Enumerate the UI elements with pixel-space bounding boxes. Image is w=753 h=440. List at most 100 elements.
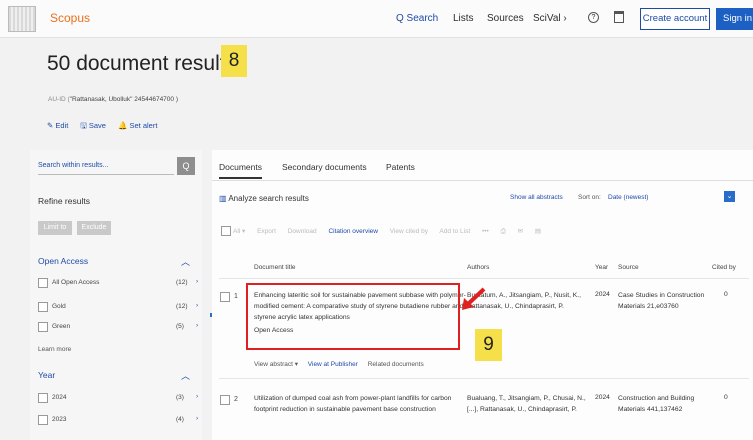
row-2-cited-by[interactable]: 0: [724, 394, 728, 401]
chevron-down-icon[interactable]: ⌄: [724, 191, 735, 202]
tab-documents[interactable]: Documents: [219, 162, 262, 179]
chevron-up-icon[interactable]: ︿: [181, 369, 190, 382]
chevron-right-icon[interactable]: ›: [196, 393, 198, 400]
checkbox[interactable]: [38, 302, 48, 312]
year-heading[interactable]: Year: [38, 370, 55, 380]
nav-sources[interactable]: Sources: [487, 13, 524, 24]
sign-in-button[interactable]: Sign in: [716, 8, 753, 30]
refine-title: Refine results: [38, 196, 90, 206]
view-at-publisher-link[interactable]: View at Publisher: [308, 361, 358, 368]
set-alert-link[interactable]: 🔔 Set alert: [118, 121, 157, 130]
elsevier-logo[interactable]: [8, 6, 36, 32]
row-2-authors[interactable]: Bualuang, T., Jitsangiam, P., Chusai, N.…: [467, 393, 592, 415]
column-header-title[interactable]: Document title: [254, 264, 296, 271]
row-1-checkbox[interactable]: [220, 292, 230, 302]
limit-to-button[interactable]: Limit to: [38, 221, 72, 235]
column-header-cited-by[interactable]: Cited by: [712, 264, 736, 271]
institution-icon[interactable]: [614, 11, 624, 23]
filter-label: Green: [52, 323, 71, 330]
print-icon[interactable]: ⎙: [501, 228, 506, 235]
row-2-title-link[interactable]: Utilization of dumped coal ash from powe…: [254, 393, 466, 415]
chevron-right-icon[interactable]: ›: [196, 302, 198, 309]
column-header-authors[interactable]: Authors: [467, 264, 489, 271]
row-divider: [219, 378, 749, 379]
query-prefix: AU-ID (: [48, 96, 70, 103]
step-badge-8: 8: [221, 45, 247, 77]
nav-search[interactable]: Q Search: [396, 13, 438, 24]
checkbox[interactable]: [38, 322, 48, 332]
view-cited-by-button[interactable]: View cited by: [390, 228, 428, 235]
filter-year-2024[interactable]: 2024 (3) ›: [38, 393, 203, 405]
row-2-checkbox[interactable]: [220, 395, 230, 405]
filter-gold[interactable]: Gold (12) ›: [38, 302, 203, 314]
filter-count: (5): [176, 323, 184, 330]
checkbox[interactable]: [38, 415, 48, 425]
nav-scival[interactable]: SciVal ›: [533, 13, 567, 24]
row-1-cited-by[interactable]: 0: [724, 291, 728, 298]
export-button[interactable]: Export: [257, 228, 276, 235]
checkbox[interactable]: [38, 393, 48, 403]
column-header-source[interactable]: Source: [618, 264, 639, 271]
filter-count: (12): [176, 279, 188, 286]
filter-label: 2023: [52, 416, 67, 423]
row-number: 2: [234, 396, 238, 403]
add-to-list-button[interactable]: Add to List: [439, 228, 470, 235]
filter-label: Gold: [52, 303, 66, 310]
search-icon[interactable]: Q: [177, 157, 195, 175]
filter-count: (4): [176, 416, 184, 423]
filter-all-open-access[interactable]: All Open Access (12) ›: [38, 278, 203, 290]
search-within-input[interactable]: Search within results...: [38, 157, 174, 175]
query-actions: ✎ Edit 🖫 Save 🔔 Set alert: [47, 120, 167, 133]
learn-more-link[interactable]: Learn more: [38, 346, 71, 353]
tab-divider: [212, 180, 753, 181]
tab-secondary-documents[interactable]: Secondary documents: [282, 162, 367, 172]
results-toolbar: All ▾ Export Download Citation overview …: [221, 226, 551, 236]
checkbox[interactable]: [38, 278, 48, 288]
filter-year-2023[interactable]: 2023 (4) ›: [38, 415, 203, 427]
row-1-year: 2024: [595, 291, 610, 298]
view-abstract-toggle[interactable]: View abstract ▾: [254, 361, 298, 368]
filter-label: 2024: [52, 394, 67, 401]
page-title: 50 document results: [47, 52, 237, 75]
filter-count: (12): [176, 303, 188, 310]
create-account-button[interactable]: Create account: [640, 8, 710, 30]
row-1-source[interactable]: Case Studies in Construction Materials 2…: [618, 290, 710, 312]
scopus-brand[interactable]: Scopus: [50, 11, 90, 25]
select-all-checkbox[interactable]: [221, 226, 231, 236]
search-query: AU-ID ("Rattanasak, Ubolluk" 24544674700…: [48, 96, 178, 103]
sort-on-select[interactable]: Date (newest): [608, 194, 648, 201]
edit-link[interactable]: ✎ Edit: [47, 121, 68, 130]
tab-patents[interactable]: Patents: [386, 162, 415, 172]
sort-on-label: Sort on:: [578, 194, 601, 201]
show-all-abstracts-link[interactable]: Show all abstracts: [510, 194, 563, 201]
chevron-right-icon[interactable]: ›: [196, 278, 198, 285]
open-access-heading[interactable]: Open Access: [38, 256, 88, 266]
column-header-year[interactable]: Year: [595, 264, 608, 271]
save-link[interactable]: 🖫 Save: [80, 121, 106, 130]
refine-sidebar: Search within results... Q Refine result…: [30, 150, 202, 440]
email-icon[interactable]: ✉: [518, 228, 523, 235]
row-2-year: 2024: [595, 394, 610, 401]
analyze-label: Analyze search results: [228, 194, 309, 203]
download-button[interactable]: Download: [288, 228, 317, 235]
more-options-icon[interactable]: •••: [482, 228, 489, 235]
filter-green[interactable]: Green (5) ›: [38, 322, 203, 334]
analyze-results-link[interactable]: ▥ Analyze search results: [219, 194, 309, 203]
exclude-button[interactable]: Exclude: [77, 221, 111, 235]
chart-icon: ▥: [219, 194, 229, 203]
nav-lists[interactable]: Lists: [453, 13, 474, 24]
filter-label: All Open Access: [52, 279, 100, 286]
related-documents-link[interactable]: Related documents: [368, 361, 424, 368]
help-icon[interactable]: ?: [588, 12, 599, 23]
filter-count: (3): [176, 394, 184, 401]
chevron-up-icon[interactable]: ︿: [181, 255, 190, 268]
select-all-dropdown[interactable]: All ▾: [233, 228, 245, 235]
header-divider: [219, 278, 749, 279]
citation-overview-button[interactable]: Citation overview: [328, 228, 378, 235]
chevron-right-icon[interactable]: ›: [196, 415, 198, 422]
bibliography-icon[interactable]: ▤: [535, 228, 541, 235]
chevron-right-icon[interactable]: ›: [196, 322, 198, 329]
pointer-arrow-icon: [462, 287, 486, 310]
row-2-source[interactable]: Construction and Building Materials 441,…: [618, 393, 710, 415]
top-bar: Scopus Q Search Lists Sources SciVal › ?…: [0, 0, 753, 38]
